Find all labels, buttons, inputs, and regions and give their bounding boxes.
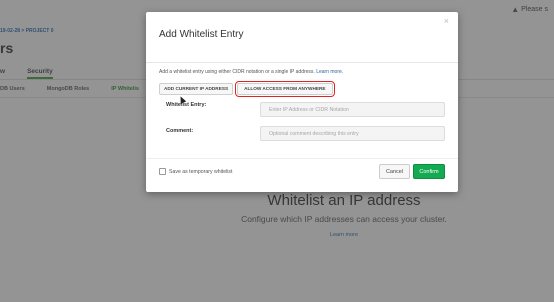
whitelist-entry-label: Whitelist Entry:	[166, 102, 207, 108]
whitelist-entry-input[interactable]	[260, 102, 445, 117]
add-current-ip-button[interactable]: ADD CURRENT IP ADDRESS	[159, 83, 234, 95]
close-icon[interactable]: ×	[444, 16, 449, 26]
cancel-button[interactable]: Cancel	[379, 164, 410, 179]
confirm-button[interactable]: Confirm	[413, 164, 445, 179]
comment-input[interactable]	[260, 126, 445, 141]
temporary-whitelist-checkbox[interactable]	[159, 168, 166, 175]
modal-title: Add Whitelist Entry	[159, 29, 244, 40]
comment-label: Comment:	[166, 128, 194, 134]
modal-footer-divider	[146, 158, 458, 159]
temporary-whitelist-label: Save as temporary whitelist	[169, 168, 233, 175]
add-whitelist-entry-modal: × Add Whitelist Entry Add a whitelist en…	[146, 12, 458, 192]
allow-access-from-anywhere-button[interactable]: ALLOW ACCESS FROM ANYWHERE	[235, 81, 335, 97]
quick-add-buttons: ADD CURRENT IP ADDRESS ALLOW ACCESS FROM…	[159, 81, 335, 97]
modal-header-divider	[146, 62, 458, 63]
modal-description-text: Add a whitelist entry using either CIDR …	[159, 69, 315, 75]
learn-more-link[interactable]: Learn more.	[316, 69, 343, 75]
temporary-whitelist-option[interactable]: Save as temporary whitelist	[159, 168, 232, 175]
modal-description: Add a whitelist entry using either CIDR …	[159, 69, 343, 75]
